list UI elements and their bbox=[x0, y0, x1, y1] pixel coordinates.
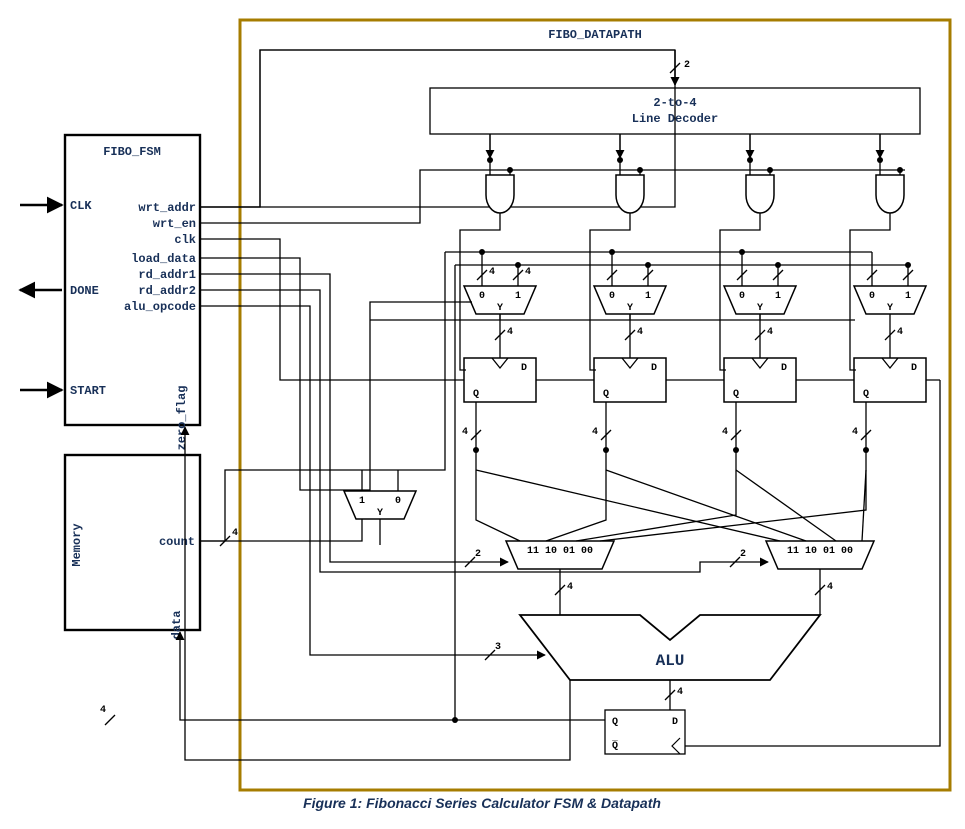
svg-text:Q̅: Q̅ bbox=[612, 740, 618, 752]
svg-text:4: 4 bbox=[567, 582, 573, 593]
regs-to-mux4 bbox=[476, 470, 866, 541]
svg-text:2: 2 bbox=[684, 60, 690, 71]
svg-text:4: 4 bbox=[897, 327, 903, 338]
clk-ext-label: CLK bbox=[70, 199, 92, 213]
reg-1 bbox=[594, 358, 666, 402]
figure-caption: Figure 1: Fibonacci Series Calculator FS… bbox=[303, 795, 661, 811]
svg-text:load_data: load_data bbox=[131, 252, 196, 266]
mux2-2 bbox=[724, 286, 796, 314]
count-wire bbox=[200, 519, 362, 541]
memory-title: Memory bbox=[70, 523, 84, 566]
extra-mux bbox=[344, 491, 416, 519]
svg-text:2: 2 bbox=[475, 549, 481, 560]
rd-addr2-wire bbox=[200, 290, 768, 572]
start-ext-label: START bbox=[70, 384, 106, 398]
svg-text:2: 2 bbox=[740, 549, 746, 560]
svg-text:4: 4 bbox=[100, 705, 106, 716]
svg-text:4: 4 bbox=[592, 427, 598, 438]
svg-text:Q: Q bbox=[612, 717, 618, 728]
svg-text:4: 4 bbox=[637, 327, 643, 338]
load-data-rail bbox=[200, 258, 370, 490]
q-to-mem-data bbox=[180, 632, 455, 720]
alu-shape bbox=[520, 615, 820, 680]
svg-text:rd_addr2: rd_addr2 bbox=[138, 284, 196, 298]
svg-text:4: 4 bbox=[232, 528, 238, 539]
svg-text:4: 4 bbox=[462, 427, 468, 438]
mux4-a bbox=[506, 541, 614, 569]
svg-text:4: 4 bbox=[827, 582, 833, 593]
rd-addr1-wire bbox=[200, 274, 508, 562]
mux-input-stubs: 4 4 bbox=[477, 265, 913, 286]
load-data-sel bbox=[370, 302, 466, 320]
svg-text:4: 4 bbox=[489, 267, 495, 278]
alu-label: ALU bbox=[656, 652, 685, 670]
reg-2 bbox=[724, 358, 796, 402]
fsm-title: FIBO_FSM bbox=[103, 145, 161, 159]
svg-text:clk: clk bbox=[174, 233, 196, 247]
and-gate-0 bbox=[486, 175, 514, 213]
svg-text:alu_opcode: alu_opcode bbox=[124, 300, 196, 314]
svg-text:rd_addr1: rd_addr1 bbox=[138, 268, 196, 282]
and-gate-3 bbox=[876, 175, 904, 213]
svg-text:4: 4 bbox=[507, 327, 513, 338]
svg-text:4: 4 bbox=[767, 327, 773, 338]
reg-3 bbox=[854, 358, 926, 402]
svg-text:wrt_addr: wrt_addr bbox=[138, 201, 196, 215]
done-ext-label: DONE bbox=[70, 284, 99, 298]
wrt-en-taps bbox=[507, 167, 903, 178]
decoder-out-wires bbox=[487, 134, 883, 178]
zero-flag-label: zero_flag bbox=[175, 386, 189, 451]
mux2-1 bbox=[594, 286, 666, 314]
mem-count-label: count bbox=[159, 535, 195, 549]
svg-text:4: 4 bbox=[722, 427, 728, 438]
zero-flag-wire bbox=[185, 427, 570, 760]
svg-text:wrt_en: wrt_en bbox=[153, 217, 196, 231]
decoder-arrowheads bbox=[490, 134, 880, 158]
svg-text:D: D bbox=[672, 717, 678, 728]
mux2-0 bbox=[464, 286, 536, 314]
and-gate-1 bbox=[616, 175, 644, 213]
svg-text:4: 4 bbox=[525, 267, 531, 278]
reg-0 bbox=[464, 358, 536, 402]
clk-rail bbox=[200, 239, 940, 380]
svg-text:4: 4 bbox=[852, 427, 858, 438]
mux2-3 bbox=[854, 286, 926, 314]
wrt-en-rail bbox=[200, 170, 905, 223]
mem-data-label: data bbox=[170, 611, 184, 640]
reg-out: 4 4 4 4 bbox=[462, 402, 871, 470]
svg-text:4: 4 bbox=[677, 687, 683, 698]
svg-text:3: 3 bbox=[495, 642, 501, 653]
and-gate-2 bbox=[746, 175, 774, 213]
datapath-title: FIBO_DATAPATH bbox=[548, 28, 642, 42]
mux4-b bbox=[766, 541, 874, 569]
